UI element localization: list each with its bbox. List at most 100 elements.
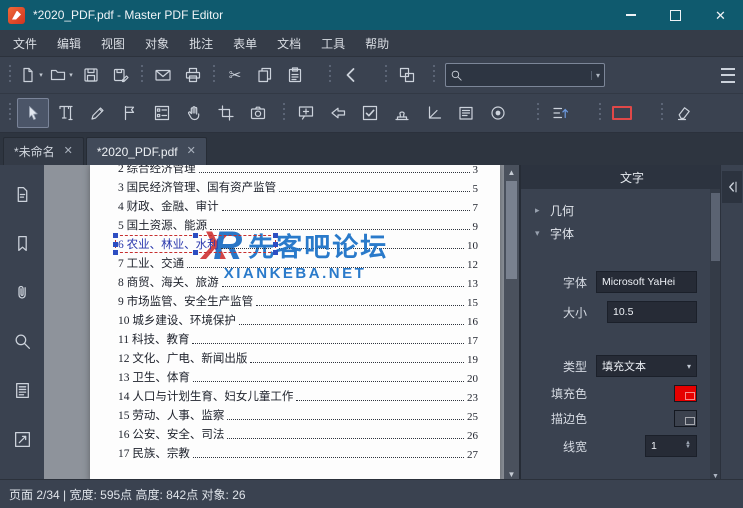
save-icon <box>82 66 100 84</box>
tab-2020-pdf[interactable]: *2020_PDF.pdf✕ <box>86 137 207 165</box>
menu-item-edit[interactable]: 编辑 <box>47 30 91 56</box>
saveas-icon <box>112 66 130 84</box>
toc-leader-dots <box>250 362 464 363</box>
bookmarks-panel-button[interactable] <box>7 228 37 258</box>
tab-close-icon[interactable]: ✕ <box>187 146 196 157</box>
font-size-input[interactable]: 10.5 <box>607 301 697 323</box>
save-button[interactable] <box>77 62 105 88</box>
pencil-icon <box>89 104 107 122</box>
new-document-button[interactable]: ▾ <box>17 62 45 88</box>
copy-button[interactable] <box>251 62 279 88</box>
panel-scroll-thumb[interactable] <box>711 193 720 261</box>
vertical-scrollbar[interactable]: ▲ ▼ <box>504 165 519 482</box>
chevron-down-icon[interactable]: ▾ <box>39 71 43 79</box>
open-button[interactable]: ▾ <box>47 62 75 88</box>
toc-page-number: 15 <box>467 297 478 309</box>
spinner-arrows-icon[interactable]: ▲▼ <box>685 442 691 449</box>
print-button[interactable] <box>179 62 207 88</box>
search-input[interactable] <box>463 68 591 82</box>
fill-color-swatch[interactable] <box>674 385 697 402</box>
panel-toggle-button[interactable] <box>722 171 742 203</box>
folder-icon <box>49 66 67 84</box>
minimize-button[interactable] <box>608 0 653 30</box>
menu-item-file[interactable]: 文件 <box>3 30 47 56</box>
cut-button[interactable]: ✂ <box>221 62 249 88</box>
stroke-color-label: 描边色 <box>535 410 587 427</box>
attachments-panel-button[interactable] <box>7 277 37 307</box>
stamp-tool-button[interactable] <box>387 99 417 127</box>
selection-handle[interactable] <box>273 250 278 255</box>
edit-object-button[interactable] <box>83 99 113 127</box>
type-select[interactable]: 填充文本 ▾ <box>596 355 697 377</box>
paste-button[interactable] <box>281 62 309 88</box>
crop-tool-button[interactable] <box>211 99 241 127</box>
add-note-button[interactable] <box>291 99 321 127</box>
selection-handle[interactable] <box>193 233 198 238</box>
search-dropdown-icon[interactable]: ▾ <box>591 71 600 80</box>
menu-item-annotate[interactable]: 批注 <box>179 30 223 56</box>
checkbox-field-button[interactable] <box>355 99 385 127</box>
section-geometry[interactable]: ▸ 几何 <box>535 199 697 222</box>
flag-tool-button[interactable] <box>115 99 145 127</box>
layers-panel-button[interactable] <box>7 424 37 454</box>
highlight-rect-button[interactable] <box>607 99 637 127</box>
tab-close-icon[interactable]: ✕ <box>64 146 73 157</box>
hand-tool-button[interactable] <box>179 99 209 127</box>
selected-text-object[interactable]: 6 农业、林业、水利 <box>115 235 276 253</box>
panel-header: 文字 <box>521 165 743 189</box>
flag-icon <box>121 104 139 122</box>
menu-item-document[interactable]: 文档 <box>267 30 311 56</box>
menu-item-view[interactable]: 视图 <box>91 30 135 56</box>
eraser-tool-button[interactable] <box>669 99 699 127</box>
search-box[interactable]: ▾ <box>445 63 605 87</box>
line-width-spinner[interactable]: 1 ▲▼ <box>645 435 697 457</box>
radio-button-field-button[interactable] <box>483 99 513 127</box>
clip-icon <box>13 283 32 302</box>
toc-row: 9 市场监管、安全生产监管15 <box>118 290 478 309</box>
search-panel-button[interactable] <box>7 326 37 356</box>
properties-panel-button[interactable] <box>7 375 37 405</box>
checkbox-icon <box>361 104 379 122</box>
undo-button[interactable] <box>337 62 365 88</box>
chevron-down-icon[interactable]: ▾ <box>69 71 73 79</box>
save-as-button[interactable] <box>107 62 135 88</box>
tab-bar: *未命名✕*2020_PDF.pdf✕ <box>0 133 743 165</box>
maximize-button[interactable] <box>653 0 698 30</box>
snapshot-tool-button[interactable] <box>243 99 273 127</box>
selection-handle[interactable] <box>113 250 118 255</box>
arrange-objects-button[interactable] <box>545 99 575 127</box>
menu-item-help[interactable]: 帮助 <box>355 30 399 56</box>
overflow-menu-button[interactable] <box>714 62 742 88</box>
toc-entry-title: 4 财政、金融、审计 <box>118 198 219 214</box>
stroke-color-swatch[interactable] <box>674 410 697 427</box>
tab-untitled[interactable]: *未命名✕ <box>3 137 84 165</box>
selection-handle[interactable] <box>113 242 118 247</box>
text-field-button[interactable] <box>451 99 481 127</box>
email-button[interactable] <box>149 62 177 88</box>
eraser-icon <box>675 104 693 122</box>
selection-handle[interactable] <box>113 233 118 238</box>
scroll-down-icon[interactable]: ▼ <box>504 470 519 479</box>
menu-item-object[interactable]: 对象 <box>135 30 179 56</box>
selection-handle[interactable] <box>193 250 198 255</box>
pages-panel-button[interactable] <box>7 179 37 209</box>
select-tool-button[interactable] <box>17 98 49 128</box>
menu-item-forms[interactable]: 表单 <box>223 30 267 56</box>
menu-item-tools[interactable]: 工具 <box>311 30 355 56</box>
toc-leader-dots <box>239 324 464 325</box>
section-font[interactable]: ▾ 字体 <box>535 222 697 245</box>
edit-text-button[interactable] <box>51 99 81 127</box>
close-button[interactable]: ✕ <box>698 0 743 30</box>
arrow-annotation-button[interactable] <box>323 99 353 127</box>
forms-tool-button[interactable] <box>147 99 177 127</box>
font-family-select[interactable]: Microsoft YaHei <box>596 271 697 293</box>
scroll-thumb[interactable] <box>506 181 517 279</box>
toc-page-number: 13 <box>467 278 478 290</box>
selection-handle[interactable] <box>273 242 278 247</box>
arrange-windows-button[interactable] <box>393 62 421 88</box>
scroll-up-icon[interactable]: ▲ <box>504 168 519 177</box>
toolbar-drag-handle <box>282 103 286 123</box>
selection-handle[interactable] <box>273 233 278 238</box>
pdf-page: 2 综合经济管理33 国民经济管理、国有资产监管54 财政、金融、审计75 国土… <box>90 165 500 482</box>
measure-tool-button[interactable] <box>419 99 449 127</box>
